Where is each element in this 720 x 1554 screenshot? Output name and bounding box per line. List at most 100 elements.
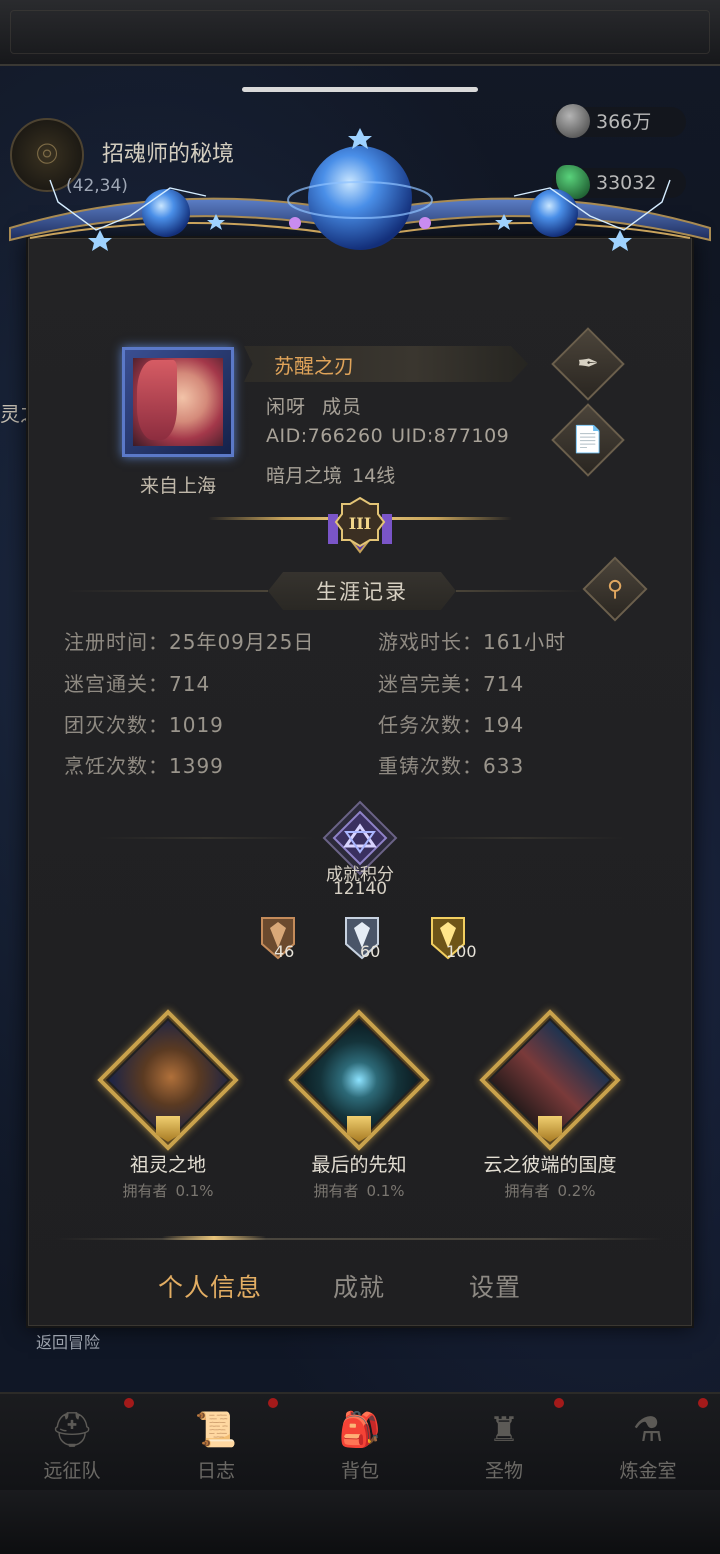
career-title: 生涯记录: [316, 580, 408, 604]
scroll-icon: 📜: [194, 1410, 238, 1450]
notification-dot: [554, 1398, 564, 1408]
divider-line-right: [406, 837, 626, 839]
bottom-frame: [0, 1490, 720, 1554]
owner-label: 拥有者: [313, 1182, 359, 1200]
document-icon: 📄: [571, 425, 605, 455]
stat-quests: 任务次数：194: [378, 709, 524, 738]
avatar-portrait: [133, 358, 223, 446]
stat-team-wipe: 团灭次数：1019: [64, 709, 224, 738]
resource-gem[interactable]: 33032: [552, 165, 686, 199]
resource-gem-value: 33032: [596, 172, 657, 194]
tab-achievements[interactable]: 成就: [333, 1268, 385, 1304]
achievement-points-value: 12140: [332, 879, 388, 899]
stat-value: 714: [169, 672, 211, 696]
feather-quill-icon: ✒: [577, 349, 599, 379]
guild-name: 闲呀: [266, 396, 307, 418]
avatar[interactable]: [122, 347, 234, 457]
player-ids: AID:766260 UID:877109: [266, 425, 509, 447]
career-header: 生涯记录: [64, 572, 650, 610]
nav-label: 背包: [340, 1460, 379, 1482]
server-info: 暗月之境 14线: [266, 461, 395, 488]
nav-label: 圣物: [484, 1460, 523, 1482]
stat-label: 重铸次数：: [378, 754, 483, 778]
sheet-grab-handle[interactable]: [242, 87, 478, 92]
notification-dot: [124, 1398, 134, 1408]
relic-icon: ♜: [488, 1410, 520, 1450]
stat-value: 194: [483, 713, 525, 737]
stat-maze-clear: 迷宫通关：714: [64, 668, 210, 697]
stat-label: 团灭次数：: [64, 713, 169, 737]
stat-maze-perfect: 迷宫完美：714: [378, 668, 524, 697]
gold-medal-count: 100: [446, 942, 477, 961]
tab-bar-line: [56, 1238, 664, 1240]
stat-value: 161小时: [483, 630, 567, 654]
stat-register-time: 注册时间：25年09月25日: [64, 626, 314, 655]
back-to-adventure-link[interactable]: 返回冒险: [36, 1329, 100, 1353]
bronze-medal-count: 46: [274, 942, 295, 961]
stat-label: 迷宫完美：: [378, 672, 483, 696]
stat-reforge: 重铸次数：633: [378, 750, 524, 779]
player-uid: UID:877109: [391, 425, 510, 447]
achievement-card-last-prophet[interactable]: [288, 1009, 430, 1151]
stat-play-time: 游戏时长：161小时: [378, 626, 566, 655]
nav-alchemy[interactable]: ⚗ 炼金室: [576, 1394, 720, 1492]
stat-label: 迷宫通关：: [64, 672, 169, 696]
player-name: 苏醒之刃: [274, 354, 354, 378]
guild-info: 闲呀 成员: [266, 392, 362, 419]
achievement-owner: 拥有者 0.1%: [68, 1180, 268, 1201]
stat-label: 烹饪次数：: [64, 754, 169, 778]
backpack-icon: 🎒: [338, 1410, 382, 1450]
nav-journal[interactable]: 📜 日志: [144, 1394, 288, 1492]
owner-percent: 0.1%: [175, 1182, 214, 1200]
magnifier-icon: ⚲: [606, 576, 624, 602]
bottom-navigation: ⛑ 远征队 📜 日志 🎒 背包 ♜ 圣物 ⚗ 炼金室: [0, 1392, 720, 1490]
nav-expedition[interactable]: ⛑ 远征队: [0, 1394, 144, 1492]
stat-value: 633: [483, 754, 525, 778]
owner-label: 拥有者: [122, 1182, 168, 1200]
nav-backpack[interactable]: 🎒 背包: [288, 1394, 432, 1492]
stat-value: 1019: [169, 713, 224, 737]
top-frame: [0, 0, 720, 66]
owner-percent: 0.2%: [557, 1182, 596, 1200]
achievement-name: 祖灵之地: [129, 1154, 206, 1176]
achievement-card-ancestral-land[interactable]: [97, 1009, 239, 1151]
map-coords: (42,34): [66, 176, 128, 196]
stat-value: 25年09月25日: [169, 630, 315, 654]
green-gem-icon: [556, 165, 590, 199]
achievement-name: 云之彼端的国度: [483, 1154, 617, 1176]
nav-relics[interactable]: ♜ 圣物: [432, 1394, 576, 1492]
guild-role: 成员: [322, 396, 363, 418]
nav-label: 日志: [196, 1460, 235, 1482]
server-name: 暗月之境: [266, 465, 343, 487]
resource-silver-value: 366万: [596, 111, 652, 133]
header-line-right: [456, 590, 586, 592]
achievement-owner: 拥有者 0.2%: [450, 1180, 650, 1201]
rank-numeral: III: [349, 514, 371, 533]
viking-helmet-icon: ⛑: [50, 1410, 94, 1450]
nav-label: 炼金室: [619, 1460, 677, 1482]
achievement-owner: 拥有者 0.1%: [259, 1180, 459, 1201]
tab-personal-info[interactable]: 个人信息: [158, 1268, 262, 1304]
notification-dot: [698, 1398, 708, 1408]
stat-label: 注册时间：: [64, 630, 169, 654]
silver-ore-icon: [556, 104, 590, 138]
active-tab-indicator: [162, 1236, 266, 1240]
owner-label: 拥有者: [504, 1182, 550, 1200]
resource-silver[interactable]: 366万: [552, 104, 686, 138]
player-aid: AID:766260: [266, 425, 384, 447]
stat-cooking: 烹饪次数：1399: [64, 750, 224, 779]
silver-medal-count: 60: [360, 942, 381, 961]
rank-emblem-icon: III: [328, 496, 392, 554]
stat-label: 游戏时长：: [378, 630, 483, 654]
header-line-left: [64, 590, 268, 592]
stat-value: 714: [483, 672, 525, 696]
achievement-card-cloud-kingdom[interactable]: [479, 1009, 621, 1151]
tab-settings[interactable]: 设置: [469, 1268, 521, 1304]
divider-line-left: [96, 837, 316, 839]
stat-value: 1399: [169, 754, 224, 778]
stat-label: 任务次数：: [378, 713, 483, 737]
owner-percent: 0.1%: [366, 1182, 405, 1200]
alchemy-icon: ⚗: [632, 1410, 664, 1450]
server-line-number: 14线: [352, 465, 396, 487]
nav-label: 远征队: [43, 1460, 101, 1482]
